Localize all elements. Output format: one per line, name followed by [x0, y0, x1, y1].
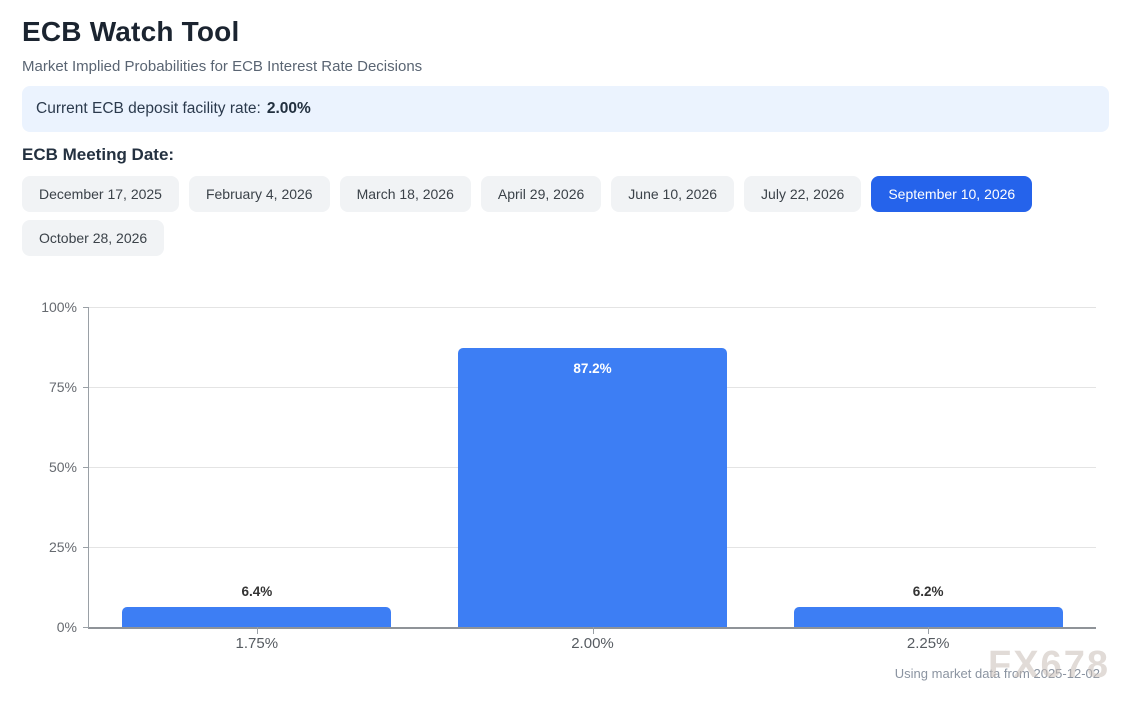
meeting-date-button[interactable]: October 28, 2026 — [22, 220, 164, 256]
meeting-date-button[interactable]: February 4, 2026 — [189, 176, 330, 212]
meeting-date-button[interactable]: March 18, 2026 — [340, 176, 471, 212]
probability-bar[interactable] — [794, 607, 1063, 627]
y-axis-tick — [83, 627, 89, 628]
meeting-date-button[interactable]: September 10, 2026 — [871, 176, 1032, 212]
meeting-date-heading: ECB Meeting Date: — [22, 145, 1123, 165]
meeting-date-button[interactable]: December 17, 2025 — [22, 176, 179, 212]
y-axis-label: 100% — [17, 297, 77, 317]
y-axis-tick — [83, 387, 89, 388]
page-subtitle: Market Implied Probabilities for ECB Int… — [22, 58, 1123, 75]
y-axis-tick — [83, 467, 89, 468]
bar-value-label: 6.2% — [858, 584, 998, 600]
page-title: ECB Watch Tool — [22, 0, 1123, 48]
bar-chart: 0%25%50%75%100%6.4%1.75%87.2%2.00%6.2%2.… — [88, 307, 1096, 629]
data-source-note: Using market data from 2025-12-02 — [895, 666, 1100, 681]
bar-value-label: 6.4% — [187, 584, 327, 600]
x-axis-label: 2.25% — [848, 635, 1008, 652]
current-rate-value: 2.00% — [267, 100, 311, 118]
y-axis-label: 50% — [17, 457, 77, 477]
ecb-watch-tool-page: ECB Watch Tool Market Implied Probabilit… — [0, 0, 1123, 706]
probability-bar[interactable] — [122, 607, 391, 627]
meeting-date-button[interactable]: April 29, 2026 — [481, 176, 601, 212]
y-axis-label: 75% — [17, 377, 77, 397]
x-axis-label: 1.75% — [177, 635, 337, 652]
y-axis-label: 25% — [17, 537, 77, 557]
gridline — [89, 307, 1096, 308]
x-axis-label: 2.00% — [513, 635, 673, 652]
meeting-date-list: December 17, 2025 February 4, 2026 March 1… — [22, 176, 1062, 256]
x-axis-tick — [257, 627, 258, 634]
probability-bar[interactable] — [458, 348, 727, 627]
current-rate-label: Current ECB deposit facility rate: — [36, 100, 261, 118]
current-rate-banner: Current ECB deposit facility rate: 2.00% — [22, 86, 1109, 132]
y-axis-tick — [83, 547, 89, 548]
meeting-date-button[interactable]: June 10, 2026 — [611, 176, 734, 212]
y-axis-label: 0% — [17, 617, 77, 637]
meeting-date-button[interactable]: July 22, 2026 — [744, 176, 861, 212]
x-axis-tick — [928, 627, 929, 634]
y-axis-tick — [83, 307, 89, 308]
bar-value-label: 87.2% — [523, 361, 663, 377]
x-axis-tick — [593, 627, 594, 634]
